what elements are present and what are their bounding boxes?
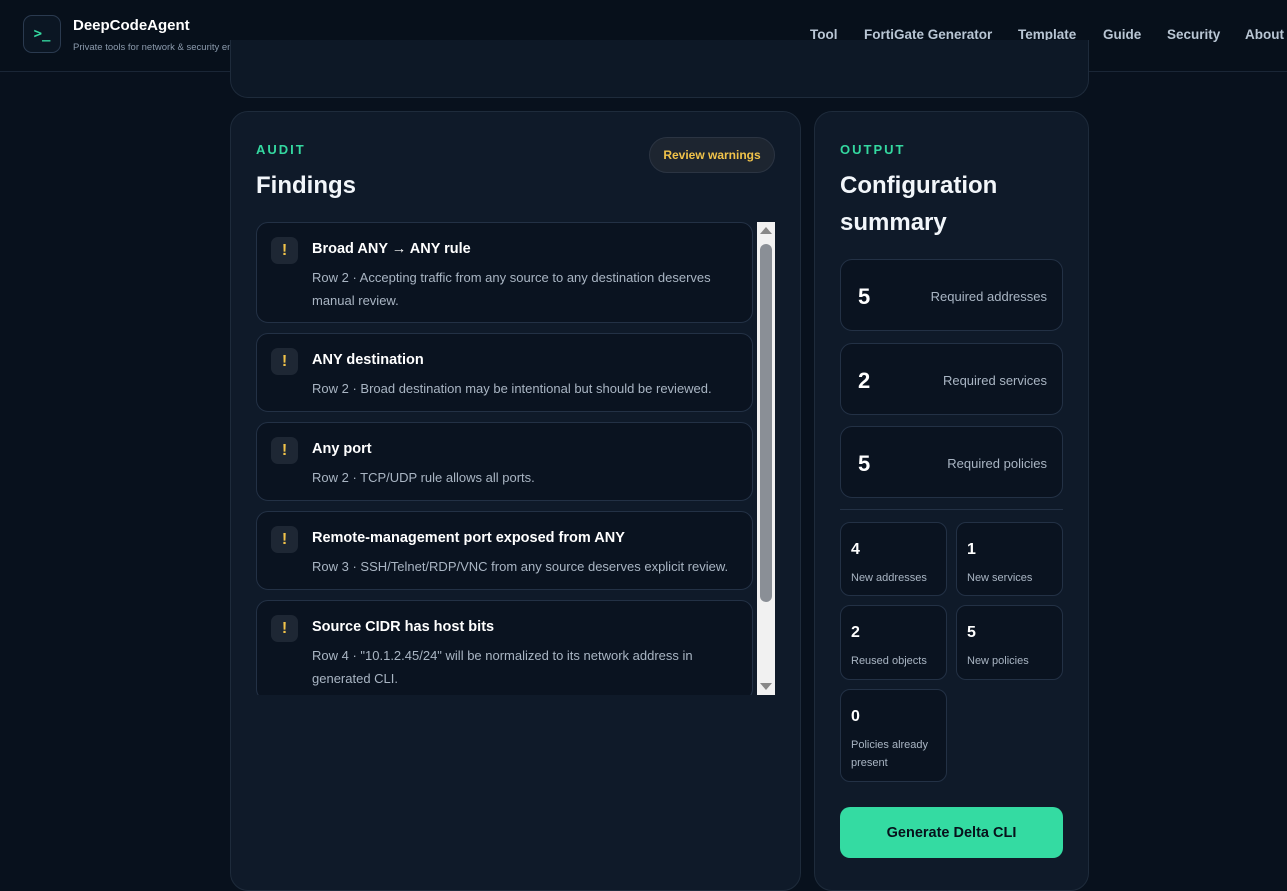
scroll-up-arrow-icon[interactable] (757, 222, 775, 239)
finding-title: ANY destination (312, 352, 424, 368)
warning-icon: ! (271, 237, 298, 264)
stat-value: 4 (851, 541, 860, 558)
audit-eyebrow: AUDIT (256, 142, 306, 157)
nav-about[interactable]: About (1245, 27, 1284, 42)
brand-name[interactable]: DeepCodeAgent (73, 17, 190, 34)
stat-value: 5 (858, 451, 871, 476)
findings-title: Findings (256, 172, 356, 199)
stat-value: 2 (851, 624, 860, 641)
new-policies-card: 5 New policies (956, 605, 1063, 680)
finding-title: Any port (312, 441, 372, 457)
stat-label: New addresses (851, 572, 927, 584)
stat-label: Reused objects (851, 655, 927, 667)
configuration-summary-title: Configuration summary (840, 172, 998, 236)
stat-value: 1 (967, 541, 976, 558)
stat-label: Policies already present (851, 739, 929, 769)
nav-security[interactable]: Security (1167, 27, 1220, 42)
finding-description: Row 2 · Accepting traffic from any sourc… (312, 270, 711, 308)
warning-icon: ! (271, 526, 298, 553)
stat-label: New services (967, 572, 1033, 584)
review-warnings-badge[interactable]: Review warnings (649, 137, 775, 173)
warning-icon: ! (271, 348, 298, 375)
findings-list[interactable]: ! Broad ANY → ANY rule Row 2 · Accepting… (256, 222, 753, 695)
finding-item[interactable]: ! Broad ANY → ANY rule Row 2 · Accepting… (256, 222, 753, 323)
finding-item[interactable]: ! ANY destination Row 2 · Broad destinat… (256, 333, 753, 412)
required-services-card: 2 Required services (840, 343, 1063, 415)
new-services-card: 1 New services (956, 522, 1063, 596)
finding-description: Row 2 · Broad destination may be intenti… (312, 381, 712, 396)
stat-value: 5 (967, 624, 976, 641)
required-addresses-card: 5 Required addresses (840, 259, 1063, 331)
divider (840, 509, 1063, 510)
output-eyebrow: OUTPUT (840, 142, 906, 157)
finding-item[interactable]: ! Remote-management port exposed from AN… (256, 511, 753, 590)
warning-icon: ! (271, 615, 298, 642)
nav-guide[interactable]: Guide (1103, 27, 1141, 42)
previous-section-card (230, 40, 1089, 98)
finding-description: Row 2 · TCP/UDP rule allows all ports. (312, 470, 535, 485)
finding-title: Broad ANY → ANY rule (312, 241, 471, 257)
new-addresses-card: 4 New addresses (840, 522, 947, 596)
stat-label: Required policies (947, 456, 1047, 471)
scroll-down-arrow-icon[interactable] (757, 678, 775, 695)
scrollbar-thumb[interactable] (760, 244, 772, 602)
finding-title: Remote-management port exposed from ANY (312, 530, 625, 546)
finding-item[interactable]: ! Any port Row 2 · TCP/UDP rule allows a… (256, 422, 753, 501)
stat-label: Required services (942, 373, 1047, 388)
warning-icon: ! (271, 437, 298, 464)
finding-description: Row 4 · "10.1.2.45/24" will be normalize… (312, 648, 693, 686)
stat-value: 2 (858, 368, 871, 393)
reused-objects-card: 2 Reused objects (840, 605, 947, 680)
findings-scrollbar[interactable] (757, 222, 775, 695)
stat-value: 0 (851, 708, 860, 725)
finding-description: Row 3 · SSH/Telnet/RDP/VNC from any sour… (312, 559, 729, 574)
generate-delta-cli-button[interactable]: Generate Delta CLI (840, 807, 1063, 858)
required-policies-card: 5 Required policies (840, 426, 1063, 498)
policies-already-present-card: 0 Policies already present (840, 689, 947, 782)
stat-label: Required addresses (930, 289, 1047, 304)
stat-value: 5 (858, 284, 871, 309)
terminal-logo-icon[interactable]: >_ (23, 15, 61, 53)
stat-label: New policies (967, 655, 1029, 667)
finding-title: Source CIDR has host bits (312, 619, 495, 635)
finding-item[interactable]: ! Source CIDR has host bits Row 4 · "10.… (256, 600, 753, 695)
